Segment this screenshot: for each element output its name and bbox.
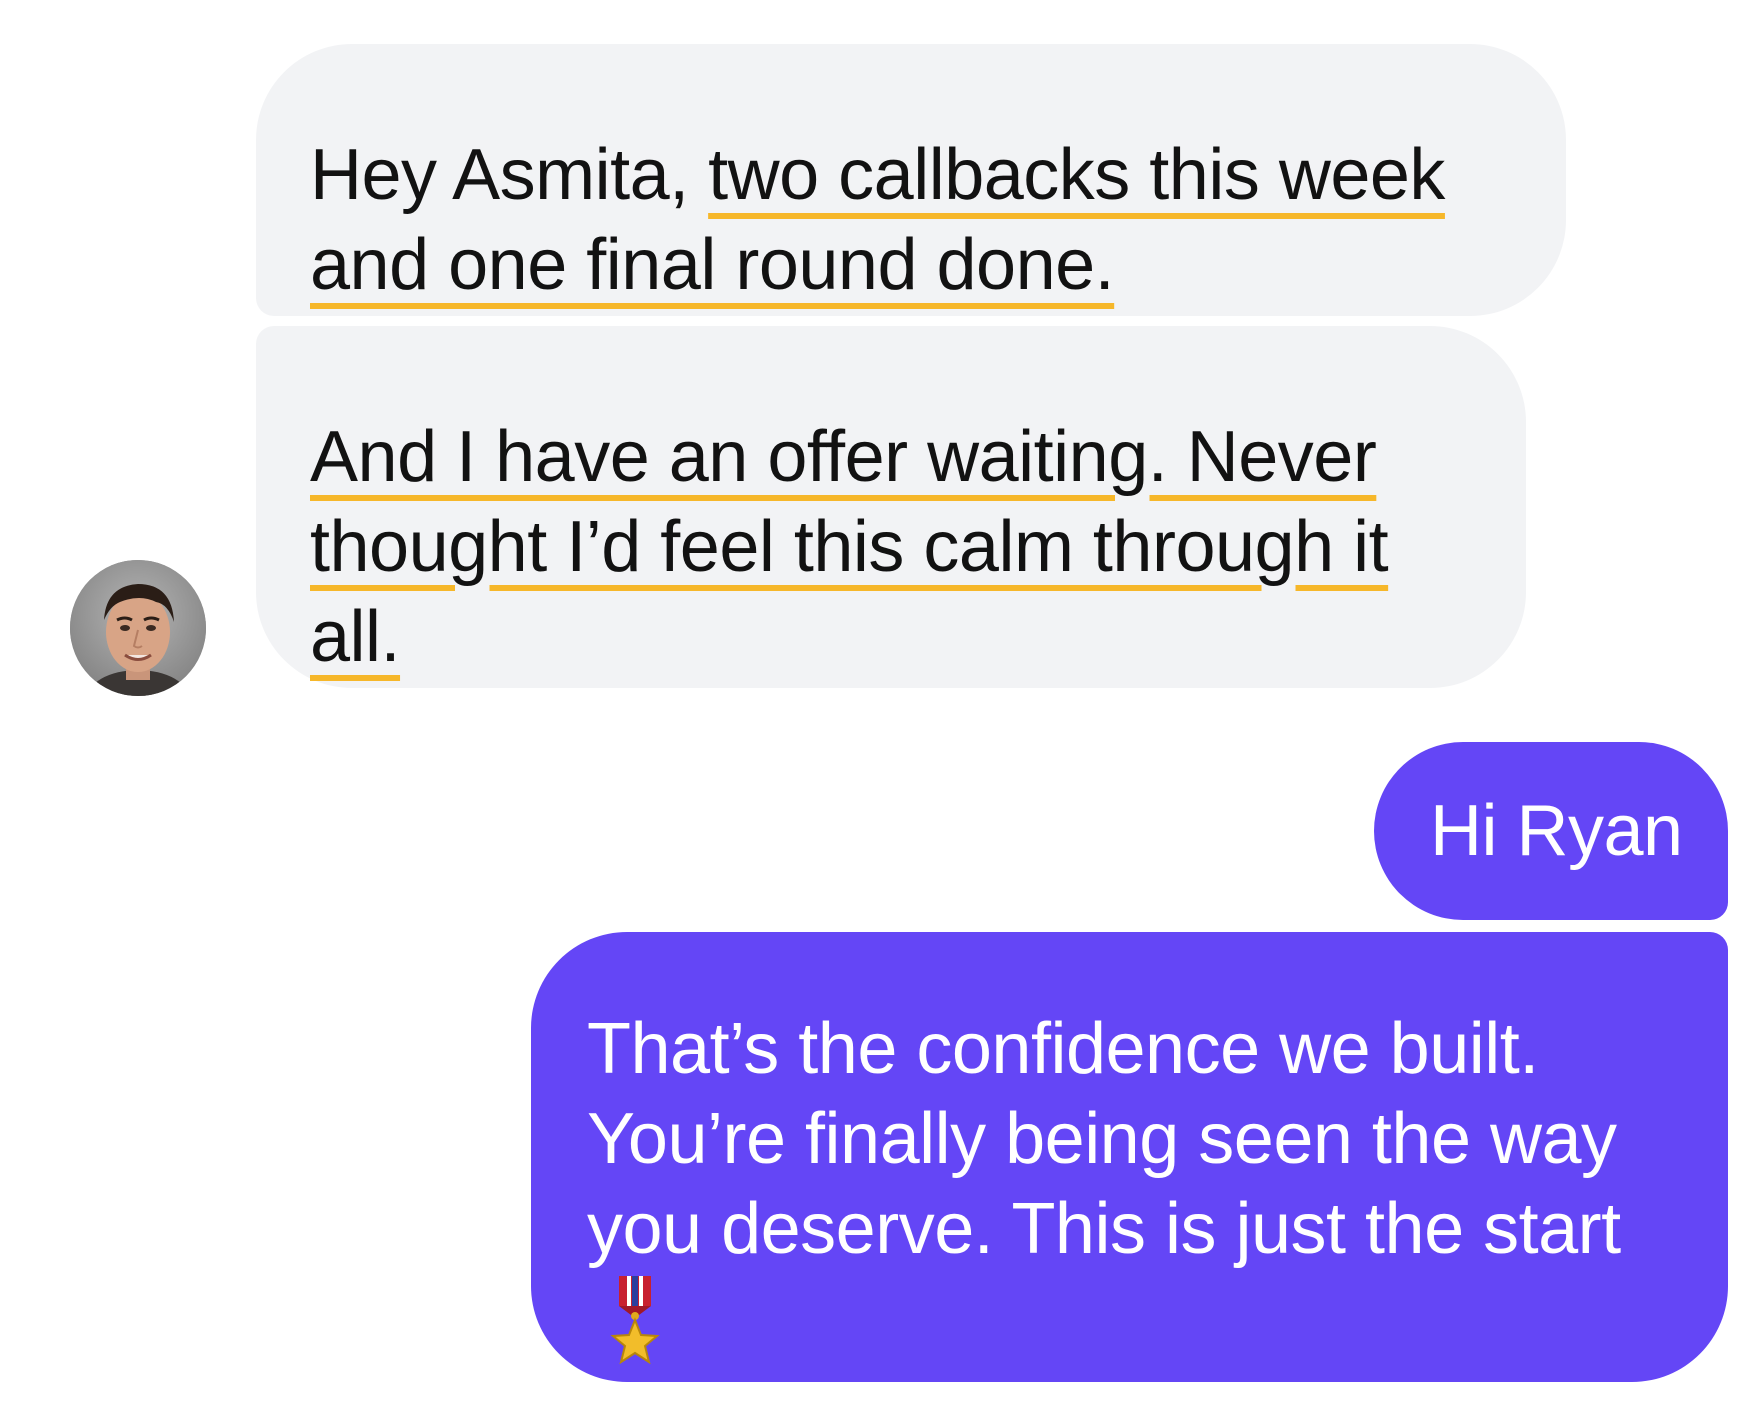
message-line: all. bbox=[310, 592, 1486, 682]
contact-avatar[interactable] bbox=[70, 560, 206, 696]
incoming-message-bubble[interactable]: And I have an offer waiting. Never thoug… bbox=[256, 326, 1526, 688]
highlighted-text: And I have an offer waiting. Never bbox=[310, 417, 1377, 497]
message-text: Hey Asmita, bbox=[310, 135, 709, 215]
message-line: you deserve. This is just the start bbox=[587, 1189, 1621, 1269]
highlighted-text: thought I’d feel this calm through it bbox=[310, 507, 1389, 587]
avatar-face-icon bbox=[70, 560, 206, 696]
message-line: That’s the confidence we built. bbox=[587, 1009, 1539, 1089]
incoming-message-bubble[interactable]: Hey Asmita, two callbacks this week and … bbox=[256, 44, 1566, 316]
outgoing-message-bubble[interactable]: That’s the confidence we built. You’re f… bbox=[531, 932, 1728, 1382]
highlighted-text: all. bbox=[310, 597, 401, 677]
message-text: Hi Ryan bbox=[1430, 791, 1683, 871]
message-line: And I have an offer waiting. Never bbox=[310, 412, 1486, 502]
outgoing-message-bubble[interactable]: Hi Ryan bbox=[1374, 742, 1728, 920]
message-line: Hey Asmita, two callbacks this week bbox=[310, 130, 1526, 220]
highlighted-text: and one final round done. bbox=[310, 225, 1115, 305]
message-line: You’re finally being seen the way bbox=[587, 1099, 1617, 1179]
message-line: thought I’d feel this calm through it bbox=[310, 502, 1486, 592]
message-line: and one final round done. bbox=[310, 220, 1526, 310]
military-medal-icon bbox=[610, 1276, 660, 1365]
highlighted-text: two callbacks this week bbox=[708, 135, 1445, 215]
